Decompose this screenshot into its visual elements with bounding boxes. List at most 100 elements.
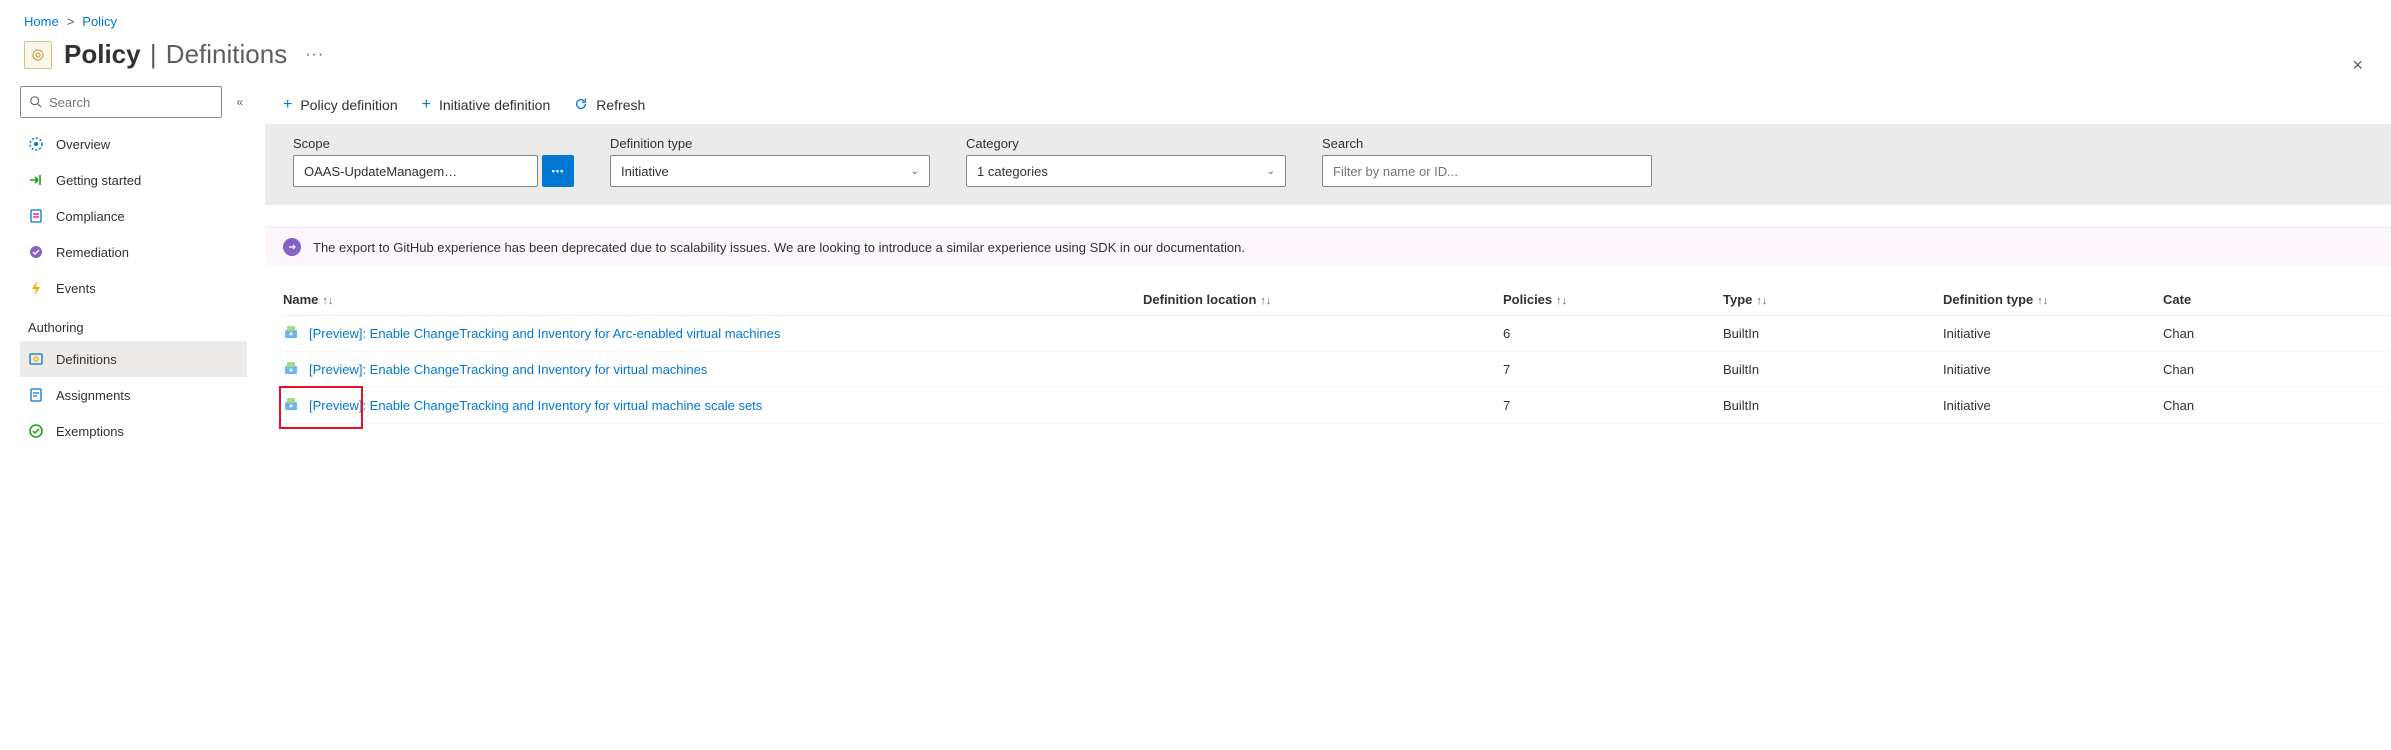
plus-icon: +	[422, 96, 431, 114]
definition-name-link[interactable]: [Preview]: Enable ChangeTracking and Inv…	[309, 362, 707, 377]
filter-bar: Scope OAAS-UpdateManagem… ••• Definition…	[265, 124, 2391, 205]
chevron-down-icon: ⌄	[911, 166, 919, 177]
col-header-type[interactable]: Type↑↓	[1723, 284, 1943, 316]
compliance-icon	[28, 208, 44, 224]
initiative-icon	[283, 396, 299, 415]
assignments-icon	[28, 387, 44, 403]
toolbar: + Policy definition + Initiative definit…	[265, 86, 2391, 124]
overview-icon	[28, 136, 44, 152]
toolbar-label: Refresh	[596, 97, 645, 113]
chevron-right-icon: >	[67, 14, 75, 29]
breadcrumb: Home > Policy	[0, 0, 2391, 35]
col-header-policies[interactable]: Policies↑↓	[1503, 284, 1723, 316]
sidebar-item-label: Getting started	[56, 173, 141, 188]
col-header-category[interactable]: Cate	[2163, 284, 2391, 316]
info-icon	[283, 238, 301, 256]
notice-text: The export to GitHub experience has been…	[313, 240, 1245, 255]
sidebar-search-input[interactable]	[49, 95, 213, 110]
cell-location	[1143, 352, 1503, 388]
col-header-location[interactable]: Definition location↑↓	[1143, 284, 1503, 316]
sort-icon: ↑↓	[1556, 295, 1567, 307]
sidebar-item-overview[interactable]: Overview	[20, 126, 247, 162]
deprecation-notice: The export to GitHub experience has been…	[265, 227, 2391, 266]
initiative-icon	[283, 324, 299, 343]
cell-category: Chan	[2163, 388, 2391, 424]
page-title-main: Policy	[64, 39, 141, 69]
cell-location	[1143, 388, 1503, 424]
sidebar-search[interactable]	[20, 86, 222, 118]
definition-type-dropdown[interactable]: Initiative ⌄	[610, 155, 930, 187]
table-row[interactable]: [Preview]: Enable ChangeTracking and Inv…	[283, 388, 2391, 424]
sort-icon: ↑↓	[322, 295, 333, 307]
plus-icon: +	[283, 96, 292, 114]
initiative-icon	[283, 360, 299, 379]
events-icon	[28, 280, 44, 296]
definition-name-link[interactable]: [Preview]: Enable ChangeTracking and Inv…	[309, 326, 780, 341]
sidebar-item-remediation[interactable]: Remediation	[20, 234, 247, 270]
table-row[interactable]: [Preview]: Enable ChangeTracking and Inv…	[283, 352, 2391, 388]
sidebar-item-label: Definitions	[56, 352, 117, 367]
close-button[interactable]: ×	[2352, 55, 2363, 76]
content-area: + Policy definition + Initiative definit…	[255, 86, 2391, 449]
cell-deftype: Initiative	[1943, 316, 2163, 352]
sidebar-item-label: Assignments	[56, 388, 130, 403]
sidebar-item-assignments[interactable]: Assignments	[20, 377, 247, 413]
filter-search-input[interactable]	[1322, 155, 1652, 187]
cell-policies: 6	[1503, 316, 1723, 352]
sidebar-item-compliance[interactable]: Compliance	[20, 198, 247, 234]
policy-blade-icon	[24, 41, 52, 69]
breadcrumb-home[interactable]: Home	[24, 14, 59, 29]
cell-category: Chan	[2163, 316, 2391, 352]
collapse-sidebar-button[interactable]: «	[232, 91, 247, 113]
page-header: Policy | Definitions ··· ×	[0, 35, 2391, 86]
exemptions-icon	[28, 423, 44, 439]
sidebar-item-label: Events	[56, 281, 96, 296]
cell-type: BuiltIn	[1723, 352, 1943, 388]
sort-icon: ↑↓	[2037, 295, 2048, 307]
sidebar-item-label: Exemptions	[56, 424, 124, 439]
cell-type: BuiltIn	[1723, 316, 1943, 352]
sidebar-item-exemptions[interactable]: Exemptions	[20, 413, 247, 449]
dropdown-value: Initiative	[621, 164, 669, 179]
refresh-button[interactable]: Refresh	[574, 97, 645, 114]
sidebar-item-getting-started[interactable]: Getting started	[20, 162, 247, 198]
breadcrumb-policy[interactable]: Policy	[82, 14, 117, 29]
cell-category: Chan	[2163, 352, 2391, 388]
page-title: Policy | Definitions	[64, 39, 287, 70]
category-label: Category	[966, 136, 1286, 151]
definitions-table: Name↑↓ Definition location↑↓ Policies↑↓ …	[265, 266, 2391, 424]
search-icon	[29, 95, 43, 109]
sidebar-item-events[interactable]: Events	[20, 270, 247, 306]
toolbar-label: Policy definition	[300, 97, 397, 113]
refresh-icon	[574, 97, 588, 114]
sidebar-item-label: Remediation	[56, 245, 129, 260]
sidebar-item-definitions[interactable]: Definitions	[20, 341, 247, 377]
sidebar-item-label: Overview	[56, 137, 110, 152]
search-label: Search	[1322, 136, 1652, 151]
more-actions-button[interactable]: ···	[305, 46, 324, 64]
sort-icon: ↑↓	[1260, 295, 1271, 307]
getting-started-icon	[28, 172, 44, 188]
scope-value-box: OAAS-UpdateManagem…	[293, 155, 538, 187]
dropdown-value: 1 categories	[977, 164, 1048, 179]
category-dropdown[interactable]: 1 categories ⌄	[966, 155, 1286, 187]
cell-deftype: Initiative	[1943, 388, 2163, 424]
definition-type-label: Definition type	[610, 136, 930, 151]
definition-name-link[interactable]: [Preview]: Enable ChangeTracking and Inv…	[309, 398, 762, 413]
sidebar-section-authoring: Authoring	[20, 306, 247, 341]
remediation-icon	[28, 244, 44, 260]
cell-policies: 7	[1503, 388, 1723, 424]
scope-picker-button[interactable]: •••	[542, 155, 574, 187]
scope-label: Scope	[293, 136, 574, 151]
policy-definition-button[interactable]: + Policy definition	[283, 96, 398, 114]
sort-icon: ↑↓	[1756, 295, 1767, 307]
cell-policies: 7	[1503, 352, 1723, 388]
cell-location	[1143, 316, 1503, 352]
definitions-icon	[28, 351, 44, 367]
initiative-definition-button[interactable]: + Initiative definition	[422, 96, 551, 114]
cell-type: BuiltIn	[1723, 388, 1943, 424]
col-header-name[interactable]: Name↑↓	[283, 284, 1143, 316]
table-row[interactable]: [Preview]: Enable ChangeTracking and Inv…	[283, 316, 2391, 352]
toolbar-label: Initiative definition	[439, 97, 550, 113]
col-header-deftype[interactable]: Definition type↑↓	[1943, 284, 2163, 316]
